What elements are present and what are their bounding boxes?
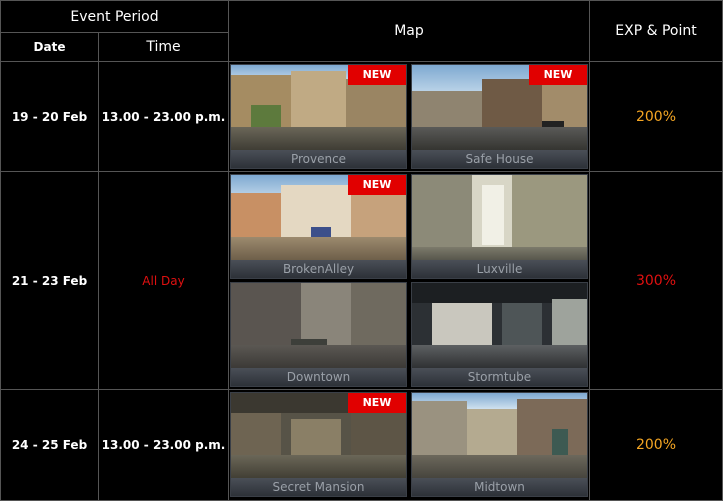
row-time: 13.00 - 23.00 p.m. (98, 61, 229, 172)
row-time: All Day (98, 171, 229, 390)
row-percent: 200% (589, 61, 723, 172)
row-date: 24 - 25 Feb (0, 389, 99, 501)
map-name: Safe House (412, 150, 587, 168)
new-badge: NEW (348, 393, 406, 413)
map-thumbnail-midtown: Midtown (411, 392, 588, 497)
map-image (231, 283, 406, 369)
map-image (412, 175, 587, 261)
map-name: Downtown (231, 368, 406, 386)
map-thumbnail-downtown: Downtown (230, 282, 407, 387)
header-time: Time (98, 32, 229, 62)
map-name: Midtown (412, 478, 587, 496)
new-badge: NEW (529, 65, 587, 85)
map-name: BrokenAlley (231, 260, 406, 278)
row-percent: 300% (589, 171, 723, 390)
map-name: Luxville (412, 260, 587, 278)
header-event-period: Event Period (0, 0, 229, 33)
row-percent: 200% (589, 389, 723, 501)
new-badge: NEW (348, 65, 406, 85)
map-name: Provence (231, 150, 406, 168)
map-thumbnail-luxville: Luxville (411, 174, 588, 279)
row-time: 13.00 - 23.00 p.m. (98, 389, 229, 501)
header-date: Date (0, 32, 99, 62)
map-image (412, 393, 587, 479)
map-thumbnail-brokenalley: NEW BrokenAlley (230, 174, 407, 279)
map-thumbnail-provence: NEW Provence (230, 64, 407, 169)
map-thumbnail-safe-house: NEW Safe House (411, 64, 588, 169)
event-table: Event Period Date Time Map EXP & Point 1… (0, 0, 723, 501)
map-thumbnail-stormtube: Stormtube (411, 282, 588, 387)
new-badge: NEW (348, 175, 406, 195)
map-image (412, 283, 587, 369)
map-name: Stormtube (412, 368, 587, 386)
header-map: Map (228, 0, 590, 62)
row-date: 21 - 23 Feb (0, 171, 99, 390)
map-name: Secret Mansion (231, 478, 406, 496)
row-date: 19 - 20 Feb (0, 61, 99, 172)
map-thumbnail-secret-mansion: NEW Secret Mansion (230, 392, 407, 497)
header-exp-point: EXP & Point (589, 0, 723, 62)
